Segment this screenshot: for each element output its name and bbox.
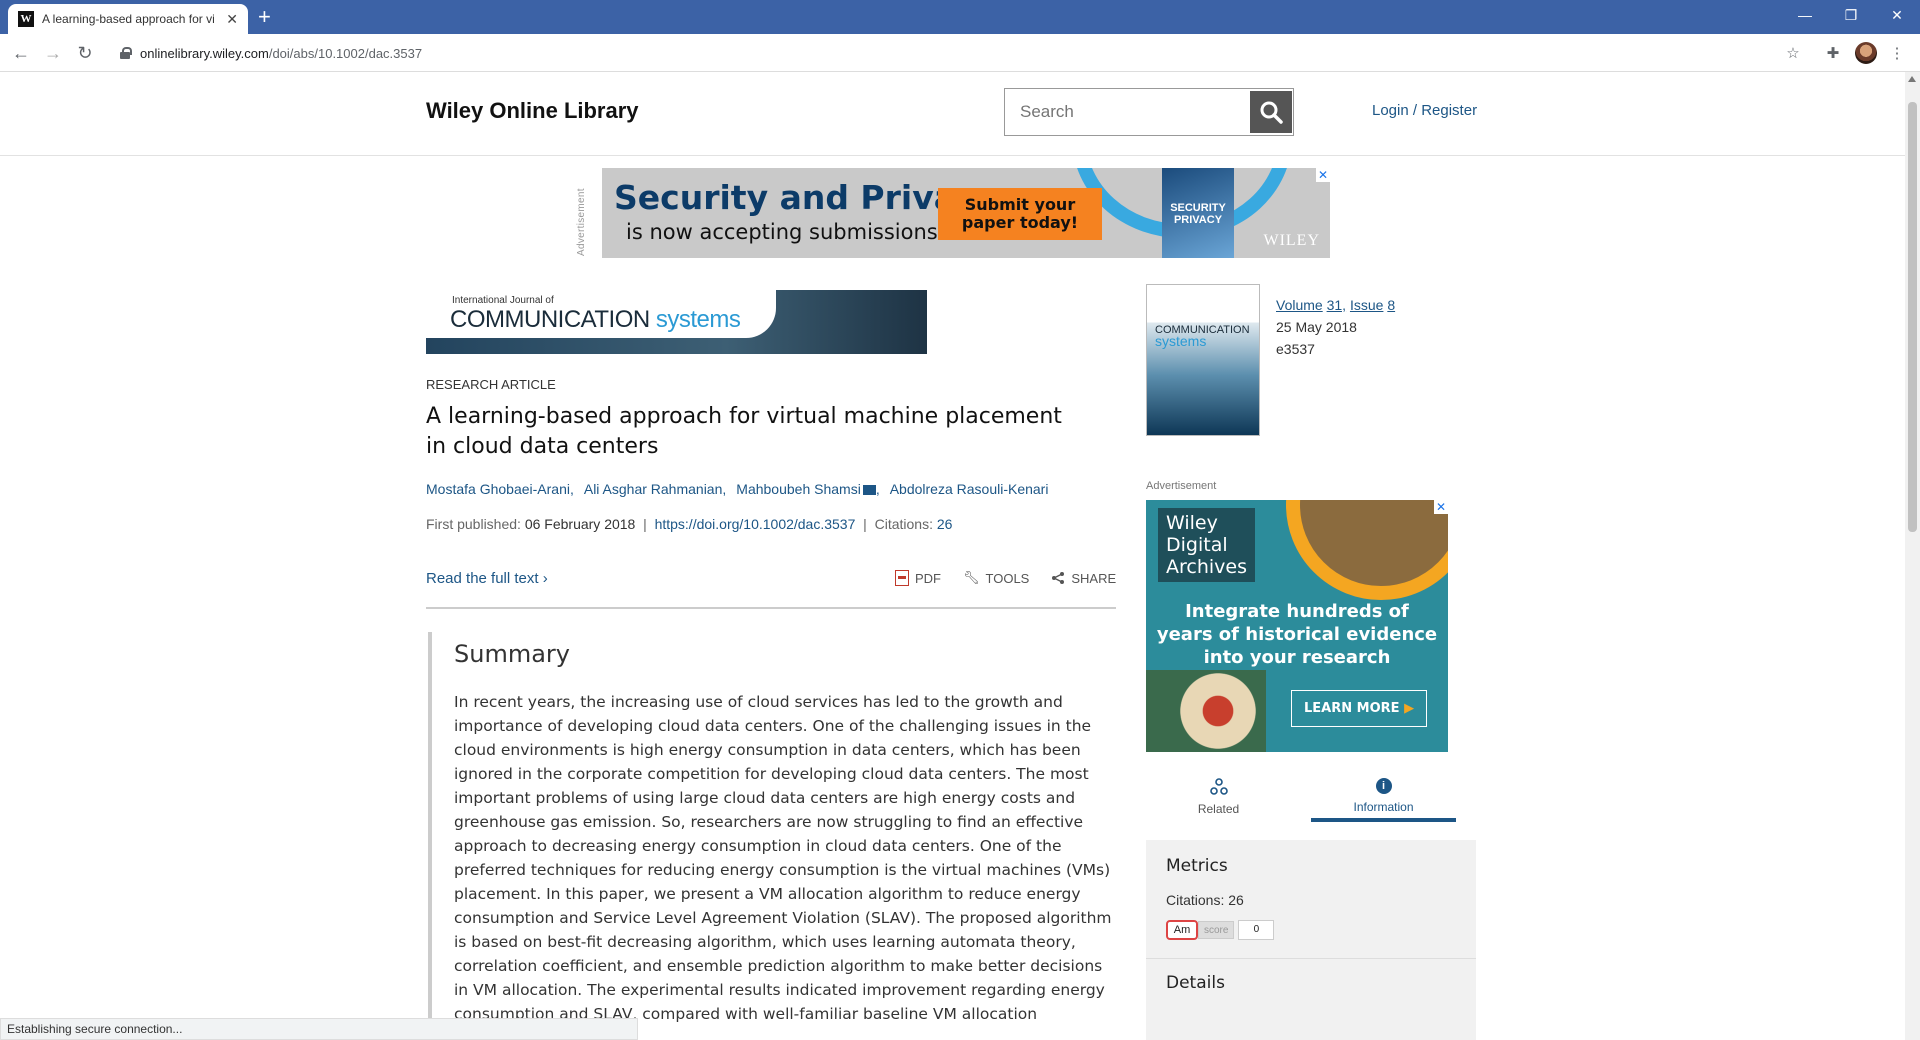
profile-avatar[interactable]: [1855, 42, 1877, 64]
search-box: [1004, 88, 1294, 136]
play-arrow-icon: ▶: [1404, 701, 1415, 716]
ad-image[interactable]: Security and Privacy is now accepting su…: [602, 168, 1330, 258]
reload-icon[interactable]: ↻: [72, 40, 98, 66]
back-icon[interactable]: ←: [8, 40, 34, 66]
tab-information[interactable]: i Information: [1311, 772, 1456, 822]
author-link[interactable]: Mostafa Ghobaei-Arani,: [426, 481, 574, 497]
journal-banner[interactable]: International Journal of COMMUNICATION s…: [426, 290, 927, 354]
browser-tab[interactable]: W A learning-based approach for vi ✕: [8, 4, 248, 34]
issue-link[interactable]: Issue: [1350, 297, 1383, 313]
pdf-icon: [895, 570, 909, 586]
share-icon: [1052, 572, 1065, 584]
tab-related[interactable]: Related: [1146, 772, 1291, 822]
article-id: e3537: [1276, 341, 1315, 357]
side-ad-image: [1146, 670, 1266, 752]
summary-text: In recent years, the increasing use of c…: [454, 693, 1112, 1040]
section-divider: [426, 607, 1116, 609]
author-list: Mostafa Ghobaei-Arani, Ali Asghar Rahman…: [426, 481, 1048, 497]
issue-number-link[interactable]: 8: [1387, 297, 1395, 313]
volume-number-link[interactable]: 31,: [1327, 297, 1346, 313]
login-register-link[interactable]: Login / Register: [1372, 102, 1477, 119]
wiley-favicon-icon: W: [18, 11, 34, 27]
metrics-panel: Metrics Citations: 26 Am score 0 Details: [1146, 840, 1476, 1040]
bookmark-star-icon[interactable]: ☆: [1782, 42, 1804, 64]
browser-tabbar: W A learning-based approach for vi ✕ + —…: [0, 0, 1920, 34]
lock-icon: [120, 47, 132, 59]
status-bar: Establishing secure connection...: [0, 1018, 638, 1040]
url-text: onlinelibrary.wiley.com/doi/abs/10.1002/…: [140, 45, 423, 61]
menu-kebab-icon[interactable]: ⋮: [1886, 42, 1908, 64]
wrench-icon: 🔧︎: [963, 570, 980, 585]
doi-link[interactable]: https://doi.org/10.1002/dac.3537: [655, 516, 856, 532]
info-icon: i: [1375, 778, 1392, 794]
share-button[interactable]: SHARE: [1051, 570, 1116, 586]
scroll-thumb[interactable]: [1908, 102, 1917, 532]
site-header: Wiley Online Library Login / Register: [0, 72, 1905, 156]
author-link[interactable]: Abdolreza Rasouli-Kenari: [890, 481, 1049, 497]
read-full-text-link[interactable]: Read the full text ›: [426, 570, 548, 587]
tab-title: A learning-based approach for vi: [42, 12, 215, 26]
learn-more-button[interactable]: LEARN MORE ▶: [1291, 690, 1428, 727]
top-advertisement[interactable]: Advertisement Security and Privacy is no…: [576, 168, 1330, 260]
restore-icon[interactable]: ❐: [1828, 0, 1874, 30]
side-ad-label: Advertisement: [1146, 480, 1217, 492]
publication-meta: First published: 06 February 2018 | http…: [426, 516, 953, 532]
scroll-up-icon[interactable]: [1908, 76, 1916, 82]
altmetric-value: 0: [1238, 920, 1275, 940]
related-icon: [1209, 778, 1228, 795]
summary-section: Summary In recent years, the increasing …: [428, 632, 1118, 1040]
summary-heading: Summary: [454, 640, 570, 668]
email-icon[interactable]: [862, 485, 876, 495]
forward-icon[interactable]: →: [40, 40, 66, 66]
page-scrollbar[interactable]: [1905, 72, 1920, 1040]
search-input[interactable]: [1004, 88, 1248, 136]
article-type: RESEARCH ARTICLE: [426, 377, 556, 392]
details-heading: Details: [1166, 973, 1225, 993]
side-ad-brand: Wiley Digital Archives: [1158, 508, 1255, 582]
extensions-icon[interactable]: ✚: [1822, 42, 1844, 64]
author-link[interactable]: Mahboubeh Shamsi,: [736, 481, 879, 497]
tab-close-icon[interactable]: ✕: [226, 11, 238, 28]
side-tabs: Related i Information: [1146, 772, 1476, 822]
ad-close-icon[interactable]: ✕: [1316, 168, 1330, 182]
author-link[interactable]: Ali Asghar Rahmanian,: [584, 481, 726, 497]
ad-decoration: [1286, 500, 1448, 600]
side-advertisement[interactable]: Wiley Digital Archives Integrate hundreds …: [1146, 500, 1448, 752]
site-logo[interactable]: Wiley Online Library: [426, 98, 639, 124]
chevron-right-icon: ›: [542, 570, 548, 587]
article-actions: PDF 🔧︎ TOOLS SHARE: [895, 570, 1116, 586]
search-icon: [1249, 91, 1292, 133]
page-content: Wiley Online Library Login / Register Ad…: [0, 72, 1920, 1040]
altmetric-icon: Am: [1166, 920, 1198, 940]
issue-info: Volume 31, Issue 8 25 May 2018 e3537: [1276, 294, 1395, 360]
browser-toolbar: ← → ↻ onlinelibrary.wiley.com/doi/abs/10…: [0, 34, 1920, 72]
ad-cover-image: SECURITY PRIVACY: [1162, 168, 1234, 258]
search-button[interactable]: [1248, 88, 1294, 136]
close-window-icon[interactable]: ✕: [1874, 0, 1920, 30]
citations-count[interactable]: 26: [937, 516, 953, 532]
volume-link[interactable]: Volume: [1276, 297, 1323, 313]
journal-cover-thumbnail[interactable]: COMMUNICATION systems: [1146, 284, 1260, 436]
side-ad-text: Integrate hundreds of years of historica…: [1156, 601, 1438, 668]
ad-brand: WILEY: [1263, 232, 1320, 249]
new-tab-icon[interactable]: +: [258, 5, 271, 29]
altmetric-badge[interactable]: Am score 0: [1166, 920, 1456, 940]
article-title: A learning-based approach for virtual ma…: [426, 404, 1062, 459]
tools-button[interactable]: 🔧︎ TOOLS: [963, 570, 1029, 586]
issue-date: 25 May 2018: [1276, 319, 1357, 335]
address-bar[interactable]: onlinelibrary.wiley.com/doi/abs/10.1002/…: [108, 38, 1798, 68]
ad-submit-button[interactable]: Submit your paper today!: [938, 188, 1102, 240]
metrics-citations: Citations: 26: [1166, 892, 1244, 908]
first-published-date: 06 February 2018: [524, 516, 636, 532]
minimize-icon[interactable]: —: [1782, 0, 1828, 30]
ad-subtitle: is now accepting submissions: [626, 220, 938, 244]
metrics-heading: Metrics: [1166, 856, 1228, 876]
ad-close-icon[interactable]: ✕: [1434, 500, 1448, 514]
ad-label: Advertisement: [576, 188, 587, 256]
journal-subtitle: International Journal of: [452, 295, 554, 306]
pdf-button[interactable]: PDF: [895, 570, 941, 586]
journal-title: COMMUNICATION systems: [450, 306, 741, 333]
